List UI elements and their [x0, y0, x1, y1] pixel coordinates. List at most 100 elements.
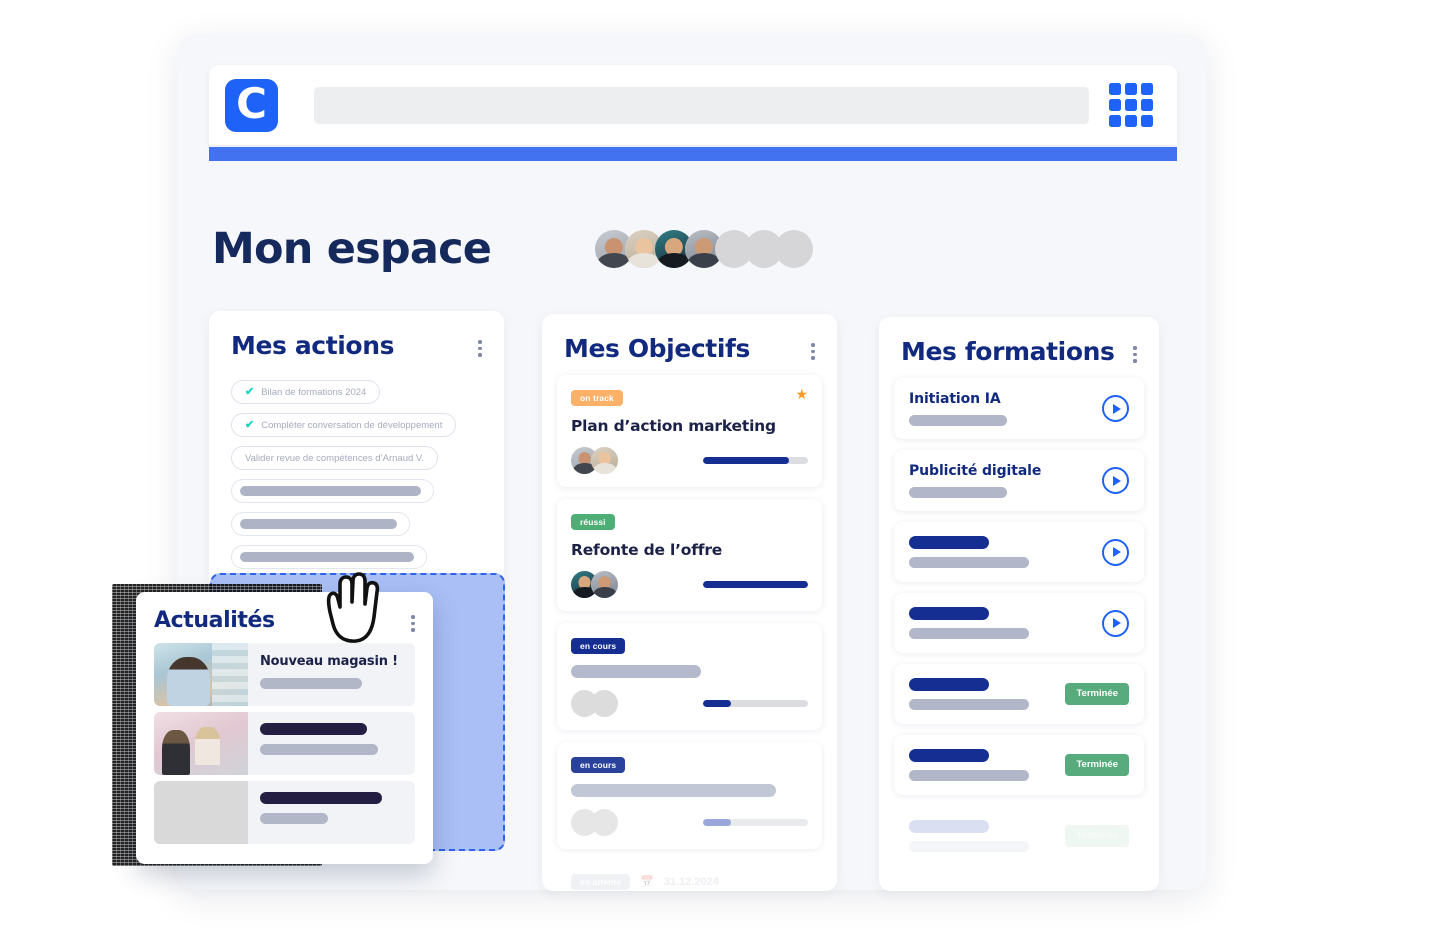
card-mes-actions: Mes actions ✔ Bilan de formations 2024 ✔…	[209, 311, 504, 589]
card-title: Mes actions	[231, 331, 395, 360]
avatar[interactable]	[591, 447, 618, 474]
goal-members[interactable]	[571, 690, 618, 717]
action-chip-placeholder[interactable]	[231, 512, 410, 536]
training-subtitle-placeholder	[909, 770, 1029, 781]
news-item-excerpt-placeholder	[260, 678, 362, 689]
search-input[interactable]	[314, 86, 1089, 124]
goal-footer	[571, 690, 808, 717]
play-circle-icon[interactable]	[1102, 538, 1129, 566]
action-chip-label: Valider revue de compétences d’Arnaud V.	[245, 452, 425, 464]
page-title: Mon espace	[212, 224, 492, 274]
goal-item[interactable]: en cours	[557, 623, 822, 730]
goal-progress-bar	[703, 581, 808, 588]
action-chip-placeholder[interactable]	[231, 545, 427, 569]
card-header: Actualités	[136, 592, 433, 633]
kebab-menu-icon[interactable]	[478, 340, 482, 357]
news-thumbnail	[154, 712, 248, 775]
status-badge: Terminée	[1065, 683, 1129, 705]
news-item-body	[248, 781, 415, 844]
play-circle-icon[interactable]	[1102, 395, 1129, 422]
news-item-title-placeholder	[260, 723, 367, 735]
goal-progress-fill	[703, 819, 732, 826]
play-circle-icon[interactable]	[1102, 609, 1129, 637]
kebab-menu-icon[interactable]	[811, 343, 815, 360]
screenshot-root: C Mon espace Mes actions ✔ Bilan de form…	[0, 0, 1440, 950]
play-circle-icon[interactable]	[1102, 467, 1129, 494]
training-list: Initiation IA Publicité digitale Terminé…	[879, 366, 1159, 866]
goal-members[interactable]	[571, 571, 618, 598]
goal-item[interactable]: on track ★ Plan d’action marketing	[557, 375, 822, 487]
training-row-content	[909, 820, 1065, 852]
news-item-body: Nouveau magasin !	[248, 643, 415, 706]
avatar-stack[interactable]	[595, 230, 814, 268]
grid-cell	[1125, 83, 1137, 95]
training-title: Initiation IA	[909, 391, 1001, 407]
training-title: Publicité digitale	[909, 463, 1042, 479]
calendar-icon: 📅	[640, 876, 654, 889]
goal-progress-bar	[703, 819, 808, 826]
card-actualites[interactable]: Actualités Nouveau magasin !	[136, 592, 433, 864]
goal-footer	[571, 447, 808, 474]
grid-cell	[1141, 99, 1153, 111]
goal-item-pending[interactable]: en attente 📅 31.12.2024	[557, 861, 822, 891]
goal-item[interactable]: en cours	[557, 742, 822, 849]
avatar-placeholder[interactable]	[775, 230, 814, 268]
training-row[interactable]: Terminée	[894, 735, 1144, 795]
card-title: Mes Objectifs	[564, 334, 750, 363]
grid-cell	[1125, 115, 1137, 127]
action-chip[interactable]: Valider revue de compétences d’Arnaud V.	[231, 446, 439, 470]
news-thumbnail	[154, 643, 248, 706]
training-row-content: Publicité digitale	[909, 463, 1102, 498]
training-row[interactable]: Initiation IA	[894, 378, 1144, 439]
training-row[interactable]: Publicité digitale	[894, 450, 1144, 511]
status-badge: Terminée	[1065, 825, 1129, 847]
training-row[interactable]	[894, 522, 1144, 582]
training-title-placeholder	[909, 820, 989, 833]
avatar[interactable]	[591, 571, 618, 598]
goal-progress-fill	[703, 700, 732, 707]
goal-members[interactable]	[571, 447, 618, 474]
grid-cell	[1109, 115, 1121, 127]
training-title-placeholder	[909, 536, 989, 549]
training-subtitle-placeholder	[909, 628, 1029, 639]
training-subtitle-placeholder	[909, 841, 1029, 852]
status-badge: Terminée	[1065, 754, 1129, 776]
card-mes-formations: Mes formations Initiation IA Publicité d…	[879, 317, 1159, 891]
actions-list: ✔ Bilan de formations 2024 ✔ Compléter c…	[209, 360, 504, 569]
training-title-placeholder	[909, 607, 989, 620]
action-chip[interactable]: ✔ Compléter conversation de développemen…	[231, 413, 457, 437]
training-row[interactable]: Terminée	[894, 664, 1144, 724]
training-row[interactable]: Terminée	[894, 806, 1144, 866]
news-item[interactable]	[154, 781, 415, 844]
goal-title: Refonte de l’offre	[571, 541, 723, 559]
goal-members[interactable]	[571, 809, 618, 836]
action-chip[interactable]: ✔ Bilan de formations 2024	[231, 380, 381, 404]
avatar-placeholder[interactable]	[591, 690, 618, 717]
action-chip-label: Compléter conversation de développement	[261, 419, 443, 431]
card-header: Mes formations	[879, 317, 1159, 366]
news-item[interactable]	[154, 712, 415, 775]
kebab-menu-icon[interactable]	[411, 615, 415, 632]
news-item[interactable]: Nouveau magasin !	[154, 643, 415, 706]
news-list: Nouveau magasin !	[136, 633, 433, 844]
training-row-content	[909, 749, 1065, 781]
action-chip-placeholder[interactable]	[231, 479, 434, 503]
training-subtitle-placeholder	[909, 487, 1007, 498]
star-icon[interactable]: ★	[795, 387, 808, 401]
grid-cell	[1141, 115, 1153, 127]
check-icon: ✔	[245, 418, 255, 431]
training-row[interactable]	[894, 593, 1144, 653]
card-header: Mes Objectifs	[542, 314, 837, 363]
status-badge: on track	[571, 390, 623, 406]
training-subtitle-placeholder	[909, 415, 1007, 426]
due-date: 31.12.2024	[663, 875, 719, 888]
goal-item[interactable]: réussi Refonte de l’offre	[557, 499, 822, 611]
grid-cell	[1141, 83, 1153, 95]
grid-apps-icon[interactable]	[1109, 83, 1153, 127]
company-logo-icon[interactable]: C	[225, 78, 278, 132]
kebab-menu-icon[interactable]	[1133, 346, 1137, 363]
news-item-title: Nouveau magasin !	[260, 654, 398, 669]
check-icon: ✔	[245, 385, 255, 398]
card-mes-objectifs: Mes Objectifs on track ★ Plan d’action m…	[542, 314, 837, 891]
avatar-placeholder[interactable]	[591, 809, 618, 836]
